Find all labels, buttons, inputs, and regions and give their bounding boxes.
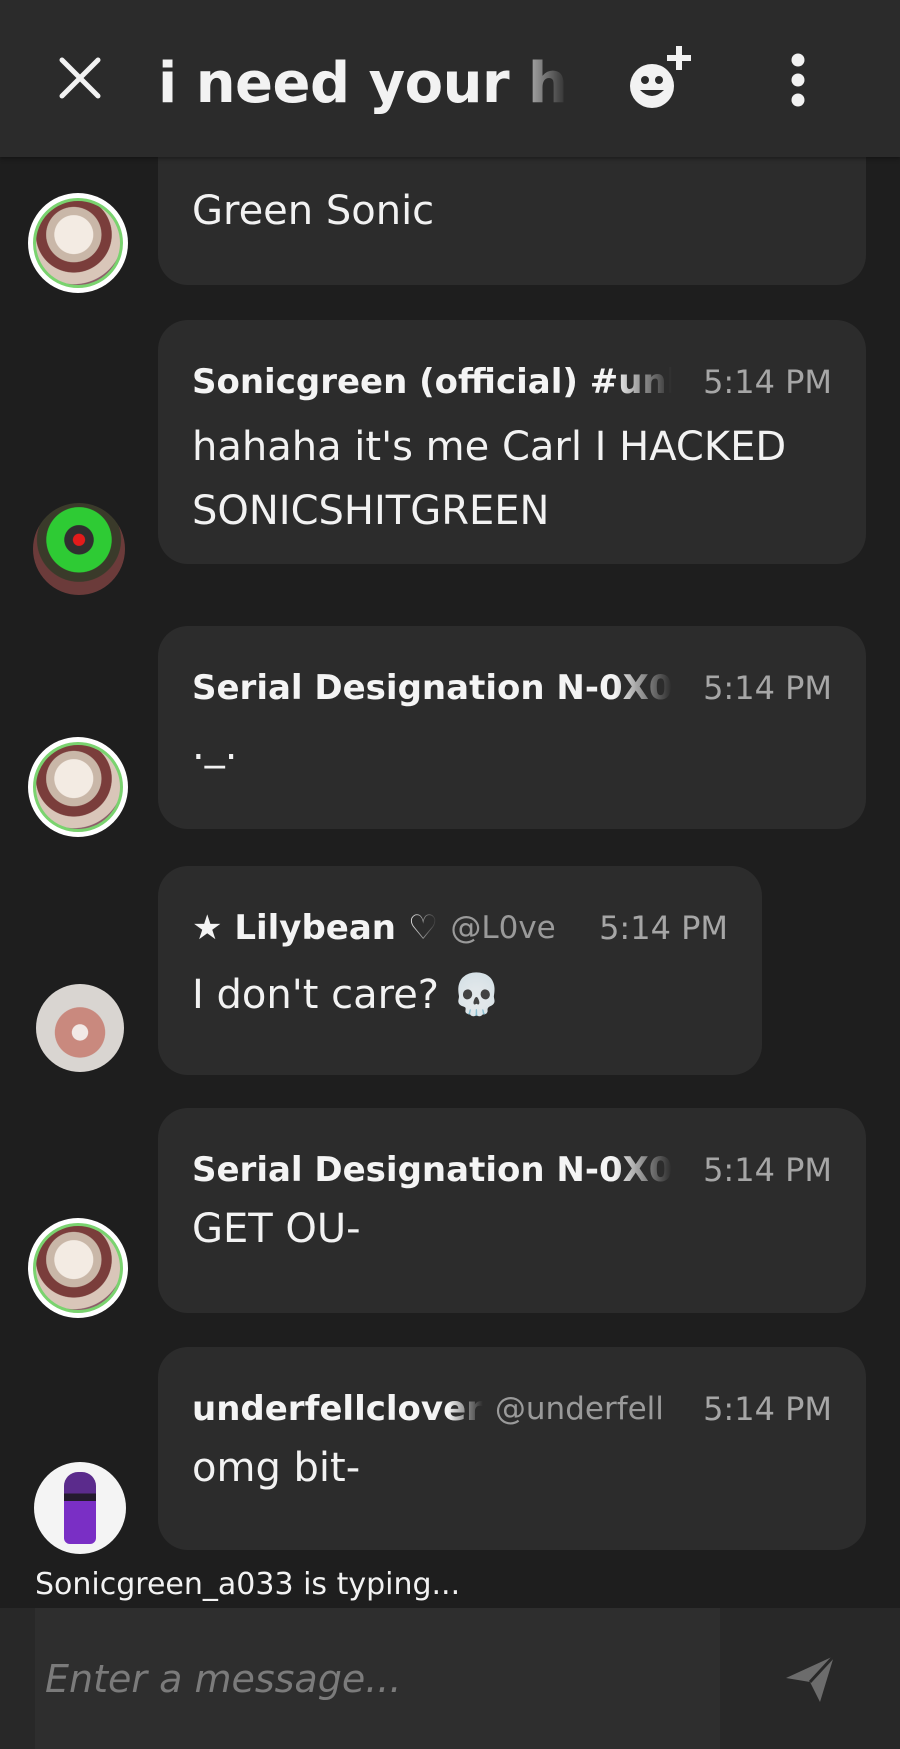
sender-name[interactable]: Serial Designation N-0X0 xyxy=(192,1150,672,1190)
close-button[interactable] xyxy=(44,42,116,114)
message-time: 5:14 PM xyxy=(703,1151,832,1189)
user-avatar[interactable] xyxy=(28,737,128,837)
message-bubble[interactable]: Sonicgreen (official) #unl 5:14 PM hahah… xyxy=(158,320,866,564)
sender-name[interactable]: underfellclover xyxy=(192,1389,483,1429)
message-text: GET OU- xyxy=(192,1206,361,1252)
avatar-figure xyxy=(64,1472,96,1544)
user-avatar[interactable] xyxy=(28,1218,128,1318)
message-time: 5:14 PM xyxy=(703,363,832,401)
message-time: 5:14 PM xyxy=(599,909,728,947)
message-list[interactable]: Green Sonic Sonicgreen (official) #unl 5… xyxy=(0,117,900,1567)
sender-name[interactable]: ★ Lilybean ♡ xyxy=(192,908,438,948)
add-emoji-icon xyxy=(630,46,691,108)
message-text: ._. xyxy=(192,723,238,769)
message-bubble[interactable]: underfellclover @underfell 5:14 PM omg b… xyxy=(158,1347,866,1550)
close-icon xyxy=(59,57,101,99)
message-header: Serial Designation N-0X0 xyxy=(192,666,672,710)
sender-name[interactable]: Serial Designation N-0X0 xyxy=(192,668,672,708)
message-text: hahaha it's me Carl I HACKED SONICSHITGR… xyxy=(192,424,799,534)
message-header: underfellclover @underfell xyxy=(192,1387,664,1431)
message-input[interactable] xyxy=(35,1608,720,1749)
sender-handle: @L0ve xyxy=(450,910,556,946)
chat-title: i need your help xyxy=(158,51,568,116)
chat-header: i need your help xyxy=(0,0,900,157)
message-header: Serial Designation N-0X0 xyxy=(192,1148,672,1192)
message-composer xyxy=(0,1608,900,1749)
send-icon xyxy=(786,1654,836,1702)
send-button[interactable] xyxy=(780,1648,840,1708)
message-header: ★ Lilybean ♡ @L0ve xyxy=(192,906,556,950)
add-members-button[interactable] xyxy=(620,40,700,120)
sender-handle: @underfell xyxy=(494,1391,664,1427)
typing-indicator: Sonicgreen_a033 is typing... xyxy=(35,1567,461,1602)
message-text: omg bit- xyxy=(192,1445,361,1491)
message-bubble[interactable]: ★ Lilybean ♡ @L0ve 5:14 PM I don't care?… xyxy=(158,866,762,1075)
message-time: 5:14 PM xyxy=(703,669,832,707)
message-text: I don't care? 💀 xyxy=(192,972,502,1018)
user-avatar[interactable] xyxy=(33,503,125,595)
message-bubble[interactable]: Serial Designation N-0X0 5:14 PM GET OU- xyxy=(158,1108,866,1313)
chat-screen: i need your help Green Sonic xyxy=(0,0,900,1749)
more-options-button[interactable] xyxy=(770,44,826,116)
message-time: 5:14 PM xyxy=(703,1390,832,1428)
message-text: Green Sonic xyxy=(192,188,435,234)
user-avatar[interactable] xyxy=(34,1462,126,1554)
user-avatar[interactable] xyxy=(28,193,128,293)
user-avatar[interactable] xyxy=(36,984,124,1072)
sender-name[interactable]: Sonicgreen (official) #unl xyxy=(192,362,672,402)
message-bubble[interactable]: Serial Designation N-0X0 5:14 PM ._. xyxy=(158,626,866,829)
more-vertical-icon xyxy=(791,53,805,107)
message-header: Sonicgreen (official) #unl xyxy=(192,360,672,404)
